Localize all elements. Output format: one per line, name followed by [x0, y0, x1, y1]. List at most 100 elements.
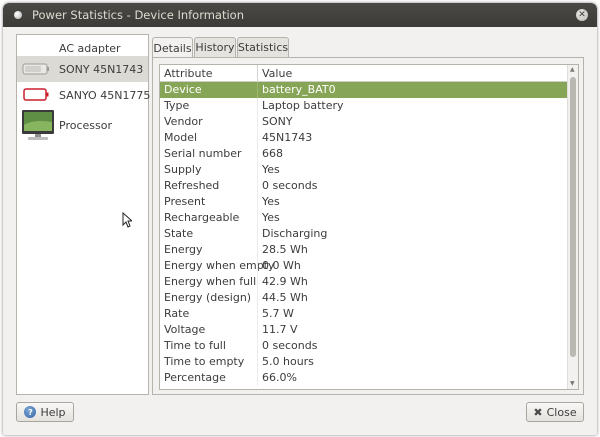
table-row[interactable]: Rate 5.7 W	[160, 306, 568, 322]
close-icon: ✖	[533, 405, 543, 419]
attribute-cell: Energy	[164, 243, 203, 256]
device-label: SANYO 45N1775	[59, 88, 151, 102]
attribute-cell: Serial number	[164, 147, 242, 160]
column-divider	[257, 130, 258, 146]
value-cell: battery_BAT0	[262, 83, 336, 96]
value-cell: 45N1743	[262, 131, 313, 144]
value-cell: 42.9 Wh	[262, 275, 308, 288]
help-icon: ?	[24, 406, 37, 418]
monitor-icon	[21, 109, 55, 145]
device-item-sanyo-battery[interactable]: SANYO 45N1775	[17, 82, 151, 108]
details-panel: Attribute Value Device battery_BAT0 Type La…	[152, 57, 584, 395]
column-divider	[257, 114, 258, 130]
attribute-cell: Time to full	[164, 339, 226, 352]
scroll-down-icon[interactable]: ▼	[570, 381, 575, 387]
attribute-cell: Voltage	[164, 323, 206, 336]
vertical-scrollbar[interactable]: ▲ ▼	[567, 65, 578, 389]
value-cell: 0 seconds	[262, 179, 318, 192]
scroll-up-icon[interactable]: ▲	[570, 67, 575, 73]
tab-history[interactable]: History	[194, 37, 236, 57]
column-divider	[257, 210, 258, 226]
attribute-cell: Rechargeable	[164, 211, 240, 224]
column-divider	[257, 274, 258, 290]
value-cell: Laptop battery	[262, 99, 344, 112]
column-divider	[257, 194, 258, 210]
column-divider	[257, 290, 258, 306]
table-row[interactable]: Voltage 11.7 V	[160, 322, 568, 338]
column-header-attribute[interactable]: Attribute	[164, 67, 213, 80]
value-cell: 0.0 Wh	[262, 259, 301, 272]
value-cell: 668	[262, 147, 283, 160]
attribute-cell: Percentage	[164, 371, 226, 384]
laptop-battery-icon	[21, 59, 51, 80]
value-cell: 5.7 W	[262, 307, 294, 320]
column-divider	[257, 322, 258, 338]
tab-statistics[interactable]: Statistics	[237, 37, 289, 57]
table-row[interactable]: Supply Yes	[160, 162, 568, 178]
column-divider	[257, 98, 258, 114]
close-button[interactable]: ✖ Close	[526, 402, 584, 422]
table-row[interactable]: Energy (design) 44.5 Wh	[160, 290, 568, 306]
attribute-cell: Type	[164, 99, 190, 112]
attribute-cell: Refreshed	[164, 179, 220, 192]
value-cell: 44.5 Wh	[262, 291, 308, 304]
value-cell: Yes	[262, 195, 280, 208]
table-row[interactable]: Vendor SONY	[160, 114, 568, 130]
power-statistics-window: Power Statistics - Device Information ✕ …	[3, 3, 597, 435]
window-title: Power Statistics - Device Information	[32, 8, 245, 22]
attribute-cell: Device	[164, 83, 202, 96]
mouse-pointer-icon	[122, 211, 134, 231]
column-divider	[257, 162, 258, 178]
device-label: SONY 45N1743	[59, 62, 144, 76]
attribute-cell: Present	[164, 195, 206, 208]
table-row[interactable]: Rechargeable Yes	[160, 210, 568, 226]
help-button[interactable]: ? Help	[16, 402, 74, 422]
help-button-label: Help	[40, 405, 66, 419]
table-row[interactable]: Present Yes	[160, 194, 568, 210]
table-row[interactable]: Time to empty 5.0 hours	[160, 354, 568, 370]
column-divider	[257, 306, 258, 322]
table-row[interactable]: Model 45N1743	[160, 130, 568, 146]
column-divider	[257, 65, 258, 82]
attribute-cell: Supply	[164, 163, 202, 176]
table-row[interactable]: Energy 28.5 Wh	[160, 242, 568, 258]
table-row[interactable]: Device battery_BAT0	[160, 82, 568, 98]
table-row[interactable]: Energy when full 42.9 Wh	[160, 274, 568, 290]
table-header: Attribute Value	[160, 65, 568, 82]
value-cell: 28.5 Wh	[262, 243, 308, 256]
tab-details[interactable]: Details	[152, 37, 193, 58]
column-divider	[257, 178, 258, 194]
value-cell: 66.0%	[262, 371, 297, 384]
window-close-icon[interactable]: ✕	[576, 9, 588, 21]
device-item-processor[interactable]: Processor	[17, 108, 148, 142]
attribute-cell: Time to empty	[164, 355, 245, 368]
column-divider	[257, 146, 258, 162]
table-row[interactable]: Serial number 668	[160, 146, 568, 162]
attribute-cell: Energy (design)	[164, 291, 252, 304]
column-divider	[257, 226, 258, 242]
table-row[interactable]: Energy when empty 0.0 Wh	[160, 258, 568, 274]
table-row[interactable]: Time to full 0 seconds	[160, 338, 568, 354]
column-divider	[257, 242, 258, 258]
value-cell: 11.7 V	[262, 323, 298, 336]
column-header-value[interactable]: Value	[262, 67, 292, 80]
close-button-label: Close	[546, 405, 577, 419]
table-row[interactable]: State Discharging	[160, 226, 568, 242]
table-row[interactable]: Refreshed 0 seconds	[160, 178, 568, 194]
attribute-cell: State	[164, 227, 194, 240]
column-divider	[257, 370, 258, 386]
scrollbar-thumb[interactable]	[570, 77, 576, 357]
battery-empty-icon	[21, 85, 51, 106]
value-cell: SONY	[262, 115, 293, 128]
device-item-sony-battery[interactable]: SONY 45N1743	[17, 56, 148, 82]
table-row[interactable]: Type Laptop battery	[160, 98, 568, 114]
attribute-cell: Model	[164, 131, 198, 144]
table-row[interactable]: Percentage 66.0%	[160, 370, 568, 386]
column-divider	[257, 258, 258, 274]
attribute-cell: Rate	[164, 307, 190, 320]
value-cell: Yes	[262, 163, 280, 176]
value-cell: Discharging	[262, 227, 328, 240]
column-divider	[257, 338, 258, 354]
column-divider	[257, 82, 258, 98]
value-cell: Yes	[262, 211, 280, 224]
